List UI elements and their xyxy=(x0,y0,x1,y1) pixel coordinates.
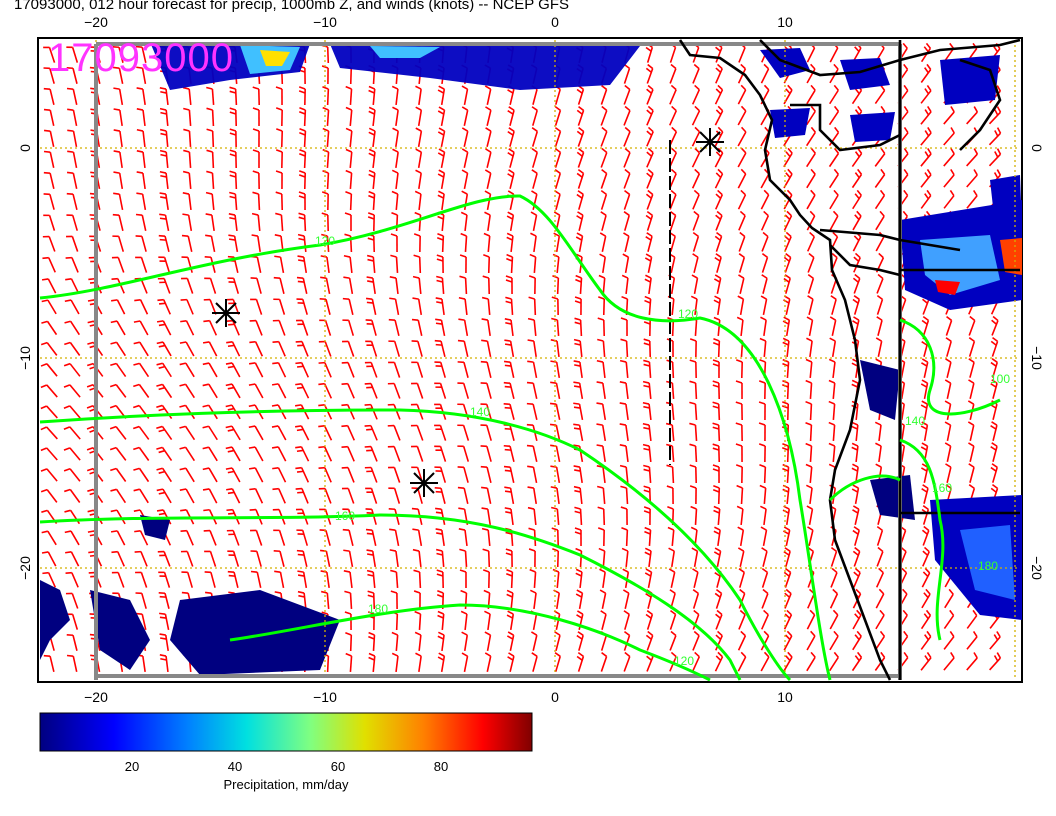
contour-label: 180 xyxy=(978,559,998,573)
y-tick-left: −20 xyxy=(17,556,33,580)
contour-label: 160 xyxy=(335,509,355,523)
contour-label: 100 xyxy=(990,372,1010,386)
y-tick-right: 0 xyxy=(1029,144,1045,152)
y-tick-left: 0 xyxy=(17,144,33,152)
contour-label: 160 xyxy=(932,481,952,495)
x-tick-top: 10 xyxy=(777,14,793,30)
x-tick-bottom: −10 xyxy=(313,689,337,705)
y-tick-right: −20 xyxy=(1029,556,1045,580)
colorbar-label: Precipitation, mm/day xyxy=(224,777,349,792)
contour-label: 120 xyxy=(674,654,694,668)
x-tick-bottom: 10 xyxy=(777,689,793,705)
y-tick-left: −10 xyxy=(17,346,33,370)
contour-label: 180 xyxy=(368,602,388,616)
date-stamp: 17093000 xyxy=(48,36,234,80)
colorbar-tick: 20 xyxy=(125,759,139,774)
map-title: 17093000, 012 hour forecast for precip, … xyxy=(14,0,569,13)
forecast-map: 120120140160180100140160180120 −20 −10 0 10… xyxy=(17,14,1045,792)
contour-label: 140 xyxy=(470,405,490,419)
y-tick-right: −10 xyxy=(1029,346,1045,370)
x-tick-top: 0 xyxy=(551,14,559,30)
contour-label: 120 xyxy=(678,307,698,321)
colorbar xyxy=(39,712,533,752)
colorbar-ticks: 20 40 60 80 xyxy=(125,759,448,774)
x-tick-top: −20 xyxy=(84,14,108,30)
colorbar-tick: 80 xyxy=(434,759,448,774)
x-tick-top: −10 xyxy=(313,14,337,30)
x-tick-bottom: −20 xyxy=(84,689,108,705)
contour-label: 120 xyxy=(315,234,335,248)
colorbar-tick: 60 xyxy=(331,759,345,774)
contour-label: 140 xyxy=(905,414,925,428)
x-tick-bottom: 0 xyxy=(551,689,559,705)
colorbar-tick: 40 xyxy=(228,759,242,774)
